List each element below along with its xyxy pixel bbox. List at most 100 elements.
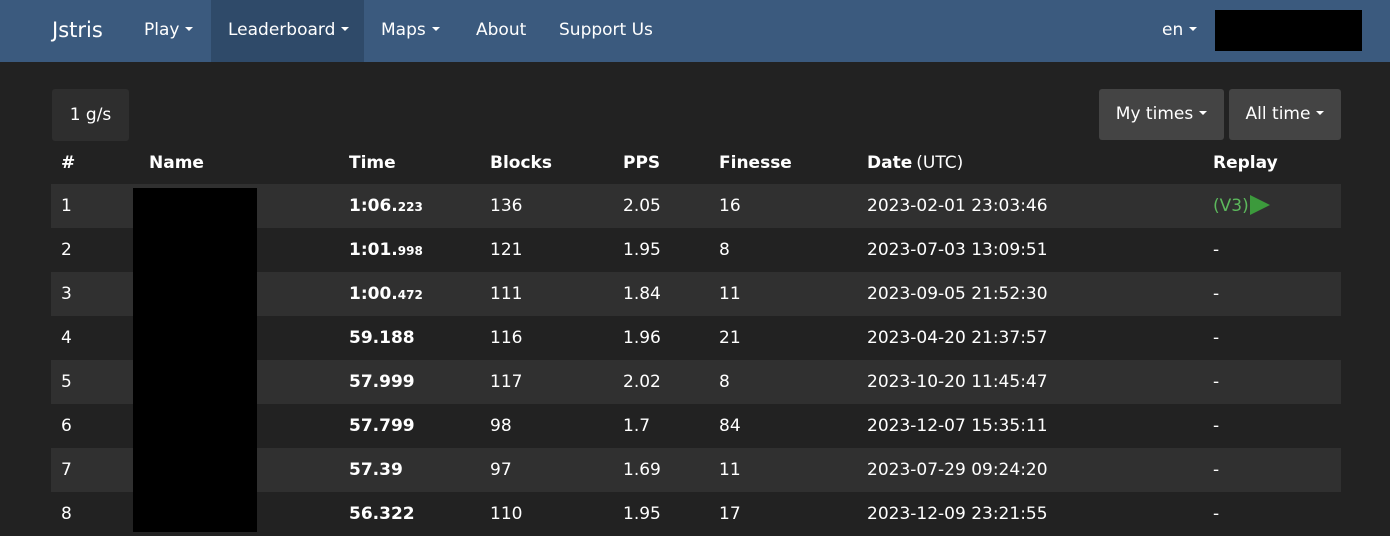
cell-rank: 1 <box>51 184 139 228</box>
nav-about[interactable]: About <box>459 0 543 62</box>
time-main: 1:01. <box>349 240 398 260</box>
cell-finesse: 16 <box>709 184 857 228</box>
header-rank: # <box>61 152 76 173</box>
header-finesse: Finesse <box>719 152 792 173</box>
cell-rank: 6 <box>51 404 139 448</box>
cell-finesse: 17 <box>709 492 857 536</box>
header-date-unit: (UTC) <box>916 152 964 173</box>
cell-pps: 1.96 <box>613 316 709 360</box>
cell-time: 1:06.223 <box>339 184 480 228</box>
cell-replay: - <box>1203 492 1341 536</box>
cell-date: 2023-02-01 23:03:46 <box>857 184 1203 228</box>
cell-replay: - <box>1203 228 1341 272</box>
all-time-label: All time <box>1245 104 1311 124</box>
cell-time: 1:00.472 <box>339 272 480 316</box>
play-icon[interactable] <box>1249 195 1270 215</box>
header-time: Time <box>349 152 396 173</box>
replay-version-link[interactable]: (V3) <box>1213 196 1249 216</box>
time-main: 1:06. <box>349 196 398 216</box>
cell-date: 2023-10-20 11:45:47 <box>857 360 1203 404</box>
table-header-row: # Name Time Blocks PPS Finesse Date (UTC)… <box>51 141 1341 184</box>
cell-finesse: 21 <box>709 316 857 360</box>
cell-pps: 1.7 <box>613 404 709 448</box>
nav-play-label: Play <box>144 20 180 40</box>
cell-finesse: 11 <box>709 272 857 316</box>
cell-time: 1:01.998 <box>339 228 480 272</box>
chevron-down-icon <box>1189 27 1198 31</box>
cell-blocks: 116 <box>480 316 613 360</box>
cell-time: 56.322 <box>339 492 480 536</box>
nav-maps[interactable]: Maps <box>364 0 457 62</box>
my-times-dropdown[interactable]: My times <box>1099 89 1224 140</box>
chevron-down-icon <box>431 27 440 31</box>
nav-support-us[interactable]: Support Us <box>542 0 670 62</box>
header-blocks: Blocks <box>490 152 552 173</box>
header-pps: PPS <box>623 152 661 173</box>
cell-blocks: 117 <box>480 360 613 404</box>
language-label: en <box>1162 20 1184 40</box>
time-main: 59.188 <box>349 328 415 348</box>
time-ms: 472 <box>397 288 423 302</box>
time-main: 57.39 <box>349 460 403 480</box>
nav-support-us-label: Support Us <box>559 20 653 40</box>
all-time-dropdown[interactable]: All time <box>1229 89 1341 140</box>
cell-finesse: 8 <box>709 228 857 272</box>
time-ms: 223 <box>397 200 423 214</box>
header-date-label: Date <box>867 152 913 173</box>
cell-pps: 1.69 <box>613 448 709 492</box>
chevron-down-icon <box>1199 111 1208 115</box>
nav-play[interactable]: Play <box>127 0 210 62</box>
cell-pps: 1.95 <box>613 492 709 536</box>
cell-date: 2023-12-07 15:35:11 <box>857 404 1203 448</box>
cell-replay[interactable]: (V3) <box>1203 184 1341 228</box>
cell-rank: 3 <box>51 272 139 316</box>
cell-time: 57.999 <box>339 360 480 404</box>
cell-blocks: 110 <box>480 492 613 536</box>
cell-finesse: 8 <box>709 360 857 404</box>
time-main: 57.799 <box>349 416 415 436</box>
cell-rank: 5 <box>51 360 139 404</box>
cell-date: 2023-07-03 13:09:51 <box>857 228 1203 272</box>
user-account-box[interactable] <box>1215 10 1362 51</box>
cell-rank: 4 <box>51 316 139 360</box>
cell-finesse: 11 <box>709 448 857 492</box>
header-name: Name <box>149 152 204 173</box>
chevron-down-icon <box>1316 111 1325 115</box>
cell-rank: 2 <box>51 228 139 272</box>
cell-blocks: 136 <box>480 184 613 228</box>
cell-date: 2023-04-20 21:37:57 <box>857 316 1203 360</box>
cell-replay: - <box>1203 272 1341 316</box>
nav-maps-label: Maps <box>381 20 426 40</box>
redacted-names <box>133 188 257 532</box>
nav-leaderboard-label: Leaderboard <box>228 20 336 40</box>
cell-finesse: 84 <box>709 404 857 448</box>
cell-rank: 7 <box>51 448 139 492</box>
language-selector[interactable]: en <box>1145 0 1214 62</box>
nav-leaderboard[interactable]: Leaderboard <box>211 0 364 62</box>
time-main: 1:00. <box>349 284 398 304</box>
header-replay: Replay <box>1213 152 1278 173</box>
cell-time: 57.799 <box>339 404 480 448</box>
mode-label: 1 g/s <box>52 89 129 141</box>
cell-time: 59.188 <box>339 316 480 360</box>
time-ms: 998 <box>397 244 423 258</box>
cell-pps: 2.05 <box>613 184 709 228</box>
cell-date: 2023-09-05 21:52:30 <box>857 272 1203 316</box>
cell-replay: - <box>1203 404 1341 448</box>
cell-time: 57.39 <box>339 448 480 492</box>
cell-replay: - <box>1203 448 1341 492</box>
brand-logo[interactable]: Jstris <box>52 0 103 62</box>
mode-text: 1 g/s <box>69 105 112 125</box>
cell-pps: 2.02 <box>613 360 709 404</box>
cell-pps: 1.95 <box>613 228 709 272</box>
chevron-down-icon <box>185 27 194 31</box>
cell-pps: 1.84 <box>613 272 709 316</box>
cell-blocks: 97 <box>480 448 613 492</box>
cell-date: 2023-07-29 09:24:20 <box>857 448 1203 492</box>
cell-replay: - <box>1203 360 1341 404</box>
cell-blocks: 111 <box>480 272 613 316</box>
time-main: 56.322 <box>349 504 415 524</box>
time-main: 57.999 <box>349 372 415 392</box>
cell-rank: 8 <box>51 492 139 536</box>
header-date: Date (UTC) <box>857 141 1203 184</box>
